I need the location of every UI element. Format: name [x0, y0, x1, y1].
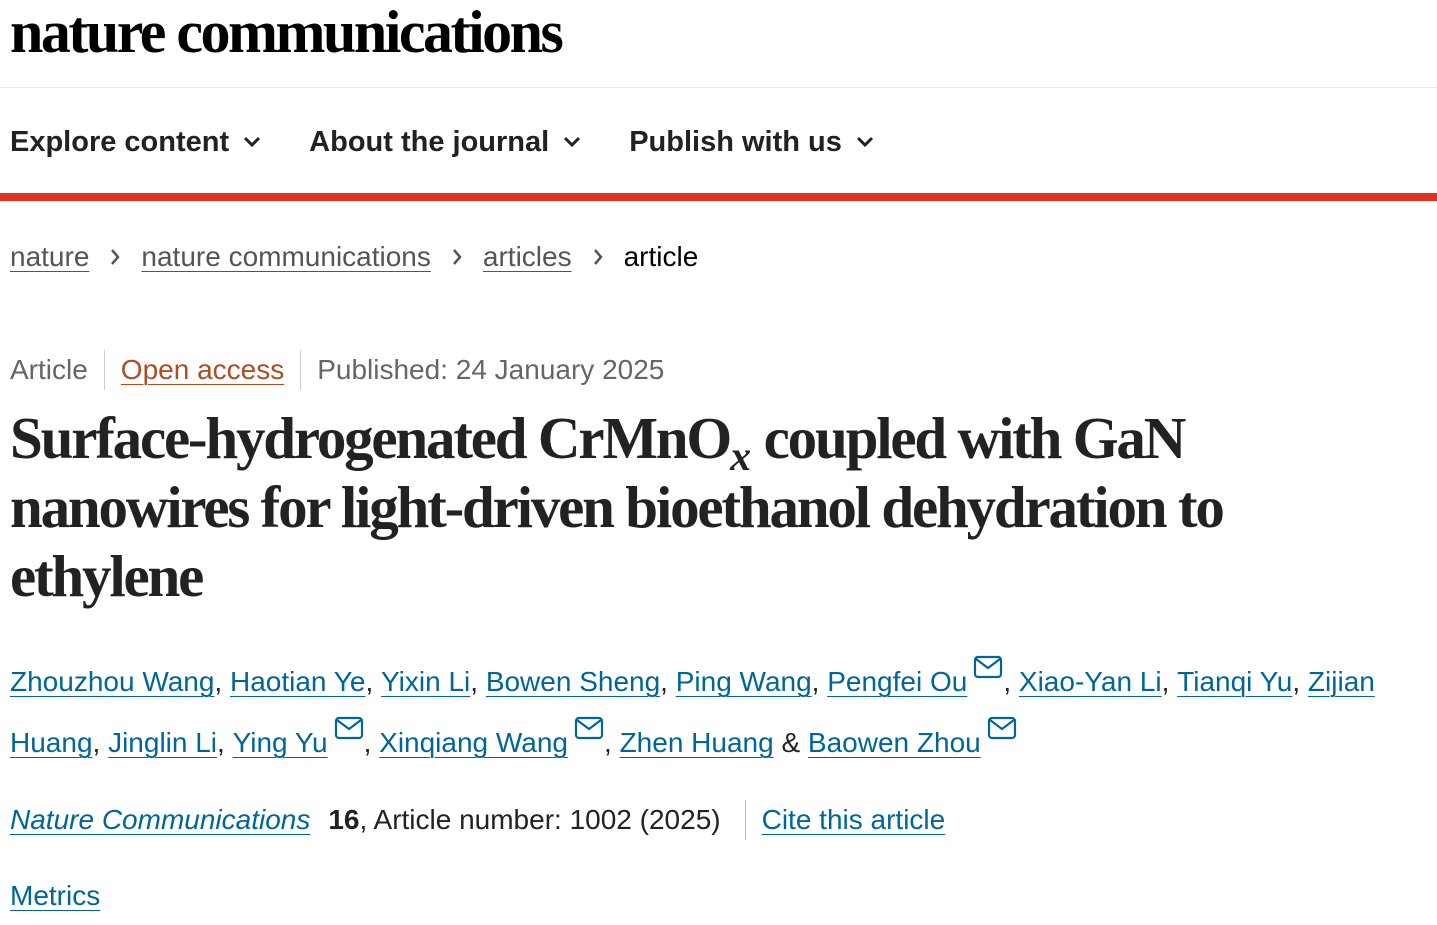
author-item: Bowen Sheng,	[486, 666, 676, 697]
author-item: Pengfei Ou,	[827, 655, 1019, 697]
author-separator: ,	[660, 666, 676, 697]
email-icon[interactable]	[987, 716, 1017, 740]
chevron-right-icon	[592, 248, 604, 266]
nav-label: Explore content	[10, 125, 230, 158]
nav-explore-content[interactable]: Explore content	[10, 126, 261, 159]
meta-divider	[103, 350, 105, 390]
author-item: Ying Yu,	[233, 716, 380, 758]
nav-publish-with-us[interactable]: Publish with us	[629, 126, 874, 159]
author-link[interactable]: Zhen Huang	[620, 727, 774, 758]
author-item: Ping Wang,	[676, 666, 828, 697]
author-item: Baowen Zhou	[808, 716, 1017, 758]
author-separator: ,	[1161, 666, 1178, 697]
cite-this-article-link[interactable]: Cite this article	[762, 804, 946, 836]
article-title: Surface-hydrogenated CrMnOx coupled with…	[10, 404, 1420, 611]
author-separator: ,	[365, 666, 382, 697]
main-nav: Explore content About the journal Publis…	[10, 118, 922, 166]
author-link[interactable]: Haotian Ye	[230, 666, 365, 697]
metrics-link[interactable]: Metrics	[10, 880, 100, 912]
breadcrumb-link-nature-communications[interactable]: nature communications	[141, 241, 430, 273]
author-link[interactable]: Bowen Sheng	[486, 666, 660, 697]
open-access-link[interactable]: Open access	[121, 354, 284, 386]
author-separator: ,	[92, 727, 109, 758]
author-separator: ,	[363, 727, 380, 758]
author-separator: ,	[811, 666, 828, 697]
author-link[interactable]: Ying Yu	[233, 727, 328, 758]
breadcrumb-link-articles[interactable]: articles	[483, 241, 572, 273]
author-item: Jinglin Li,	[108, 727, 233, 758]
author-separator: ,	[214, 666, 230, 697]
author-item: Zhouzhou Wang,	[10, 666, 230, 697]
accent-bar	[0, 193, 1437, 201]
email-icon[interactable]	[334, 716, 364, 740]
author-separator: ,	[1003, 666, 1019, 697]
title-part-1: Surface-hydrogenated CrMnO	[10, 405, 732, 471]
journal-link[interactable]: Nature Communications	[10, 804, 310, 836]
nav-label: About the journal	[309, 125, 550, 158]
breadcrumb: nature nature communications articles ar…	[10, 241, 698, 273]
breadcrumb-current: article	[623, 241, 699, 272]
site-logo[interactable]: nature communications	[10, 0, 564, 68]
author-link[interactable]: Zhouzhou Wang	[10, 666, 214, 697]
author-link[interactable]: Xiao-Yan Li	[1019, 666, 1162, 697]
author-separator: ,	[604, 727, 620, 758]
author-link[interactable]: Ping Wang	[676, 666, 812, 697]
citation-divider	[744, 800, 746, 840]
article-type: Article	[10, 354, 88, 385]
author-separator: ,	[470, 666, 486, 697]
author-link[interactable]: Tianqi Yu	[1177, 666, 1292, 697]
author-item: Haotian Ye,	[230, 666, 381, 697]
article-number: , Article number: 1002 (2025)	[359, 804, 721, 835]
nav-label: Publish with us	[629, 125, 842, 158]
author-item: Tianqi Yu,	[1177, 666, 1308, 697]
author-link[interactable]: Pengfei Ou	[827, 666, 967, 697]
author-list: Zhouzhou Wang, Haotian Ye, Yixin Li, Bow…	[10, 651, 1420, 773]
article-meta: Article Open access Published: 24 Januar…	[10, 350, 664, 390]
email-icon[interactable]	[973, 655, 1003, 679]
author-separator: &	[773, 727, 808, 758]
citation-line: Nature Communications 16 , Article numbe…	[10, 800, 945, 840]
email-icon[interactable]	[574, 716, 604, 740]
meta-divider	[300, 350, 302, 390]
author-link[interactable]: Baowen Zhou	[808, 727, 981, 758]
author-link[interactable]: Yixin Li	[381, 666, 470, 697]
author-separator: ,	[217, 727, 233, 758]
author-separator: ,	[1292, 666, 1308, 697]
header-divider	[0, 87, 1437, 88]
author-link[interactable]: Jinglin Li	[108, 727, 217, 758]
author-item: Zhen Huang &	[620, 727, 808, 758]
chevron-down-icon	[856, 136, 873, 148]
author-link[interactable]: Xinqiang Wang	[379, 727, 568, 758]
chevron-right-icon	[109, 248, 121, 266]
chevron-right-icon	[451, 248, 463, 266]
nav-about-the-journal[interactable]: About the journal	[309, 126, 581, 159]
chevron-down-icon	[244, 136, 261, 148]
volume-number: 16	[328, 804, 360, 835]
chevron-down-icon	[564, 136, 581, 148]
breadcrumb-link-nature[interactable]: nature	[10, 241, 89, 273]
author-items: Zhouzhou Wang, Haotian Ye, Yixin Li, Bow…	[10, 651, 1420, 773]
author-item: Xinqiang Wang,	[379, 716, 620, 758]
published-date: Published: 24 January 2025	[317, 354, 665, 385]
author-item: Xiao-Yan Li,	[1019, 666, 1177, 697]
author-item: Yixin Li,	[381, 666, 486, 697]
